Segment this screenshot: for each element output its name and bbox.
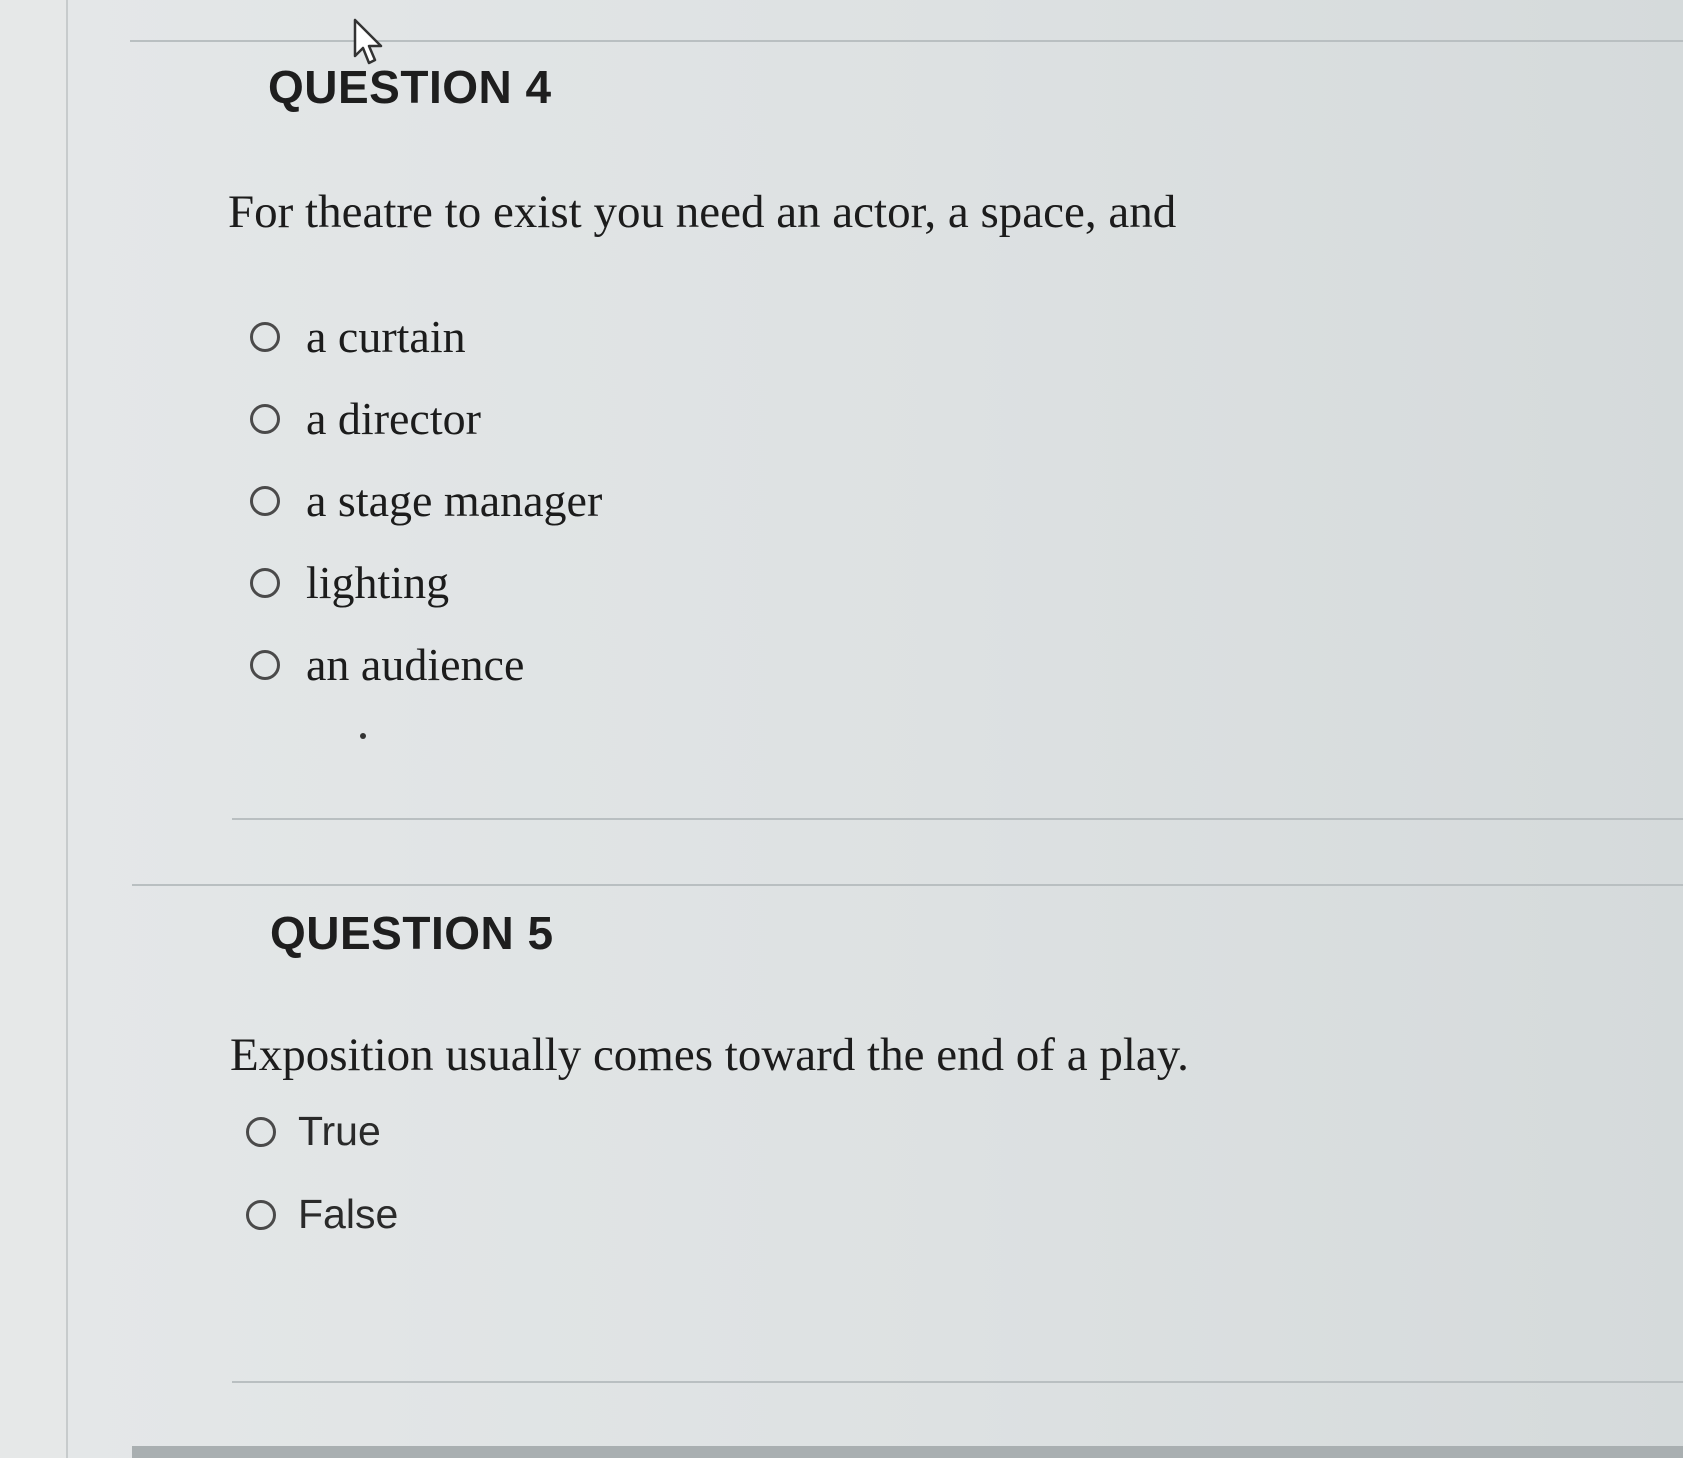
question-5-title: QUESTION 5 — [270, 907, 554, 959]
question-5-bottom-divider — [232, 1381, 1683, 1383]
option-label: a curtain — [306, 311, 466, 362]
radio-button[interactable] — [250, 321, 280, 352]
option-label: lighting — [306, 557, 450, 608]
radio-button[interactable] — [250, 485, 280, 516]
left-margin-strip — [0, 0, 68, 1458]
question-5-option-true[interactable]: True — [246, 1108, 381, 1155]
question-4-option-an-audience[interactable]: an audience — [250, 638, 524, 691]
option-label: an audience — [306, 639, 525, 690]
question-4-option-a-curtain[interactable]: a curtain — [250, 310, 466, 363]
question-4-option-lighting[interactable]: lighting — [250, 556, 449, 609]
question-4-text: For theatre to exist you need an actor, … — [228, 186, 1177, 238]
question-5-top-divider — [132, 884, 1683, 886]
radio-button[interactable] — [250, 403, 280, 434]
stray-dot — [360, 733, 366, 739]
radio-button[interactable] — [250, 567, 280, 598]
option-label: False — [298, 1191, 399, 1237]
radio-button[interactable] — [246, 1116, 276, 1147]
radio-button[interactable] — [246, 1199, 276, 1230]
option-label: a director — [306, 393, 481, 444]
radio-button[interactable] — [250, 649, 280, 680]
question-4-option-a-stage-manager[interactable]: a stage manager — [250, 474, 602, 527]
question-4-bottom-divider — [232, 818, 1683, 820]
question-5-option-false[interactable]: False — [246, 1191, 398, 1238]
question-4-title: QUESTION 4 — [268, 61, 552, 113]
question-4-option-a-director[interactable]: a director — [250, 392, 481, 445]
question-5-text: Exposition usually comes toward the end … — [230, 1029, 1189, 1081]
page-bottom-bar — [132, 1446, 1683, 1458]
option-label: a stage manager — [306, 475, 603, 526]
option-label: True — [298, 1108, 381, 1154]
